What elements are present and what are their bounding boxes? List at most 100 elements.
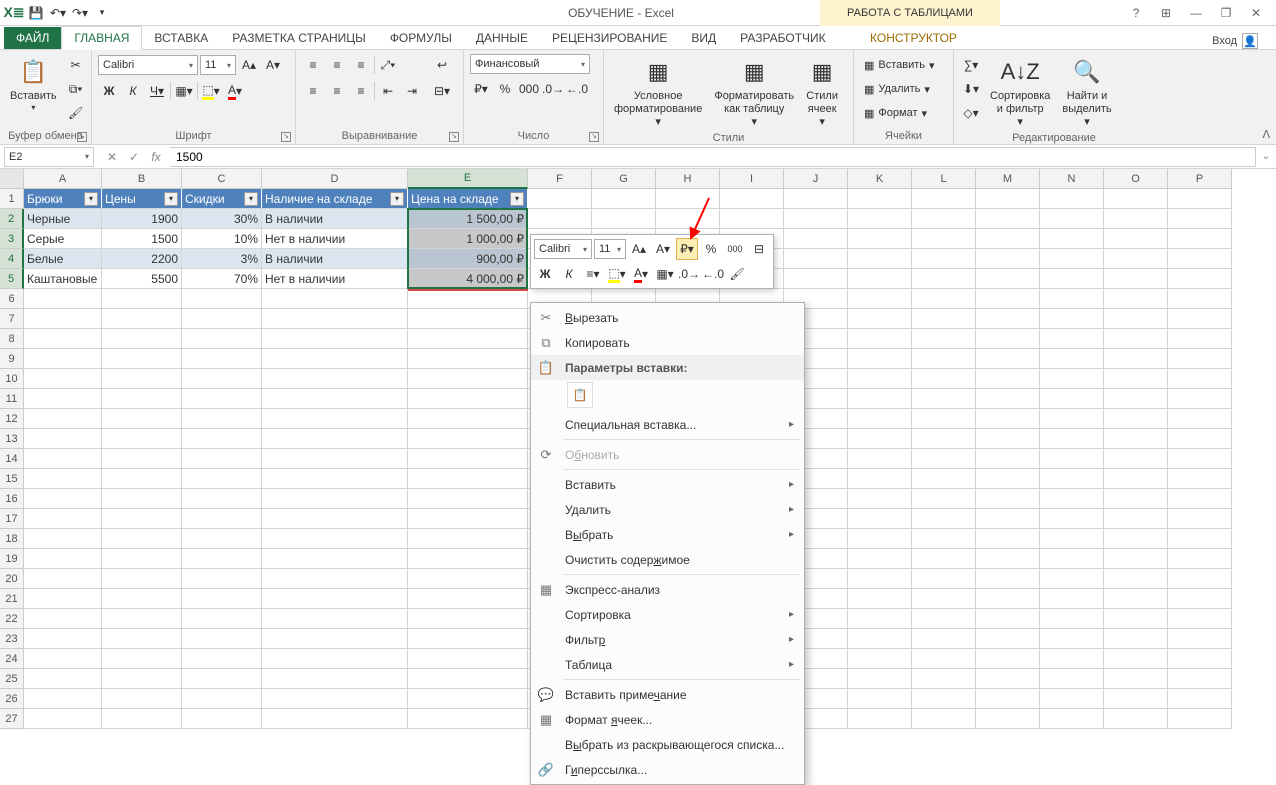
cell-O24[interactable]: [1104, 649, 1168, 669]
cell-D8[interactable]: [262, 329, 408, 349]
cell-K6[interactable]: [848, 289, 912, 309]
cell-L22[interactable]: [912, 609, 976, 629]
cell-K11[interactable]: [848, 389, 912, 409]
cell-P5[interactable]: [1168, 269, 1232, 289]
font-color-icon[interactable]: A▾: [224, 80, 246, 102]
cell-P20[interactable]: [1168, 569, 1232, 589]
cell-M11[interactable]: [976, 389, 1040, 409]
cell-P15[interactable]: [1168, 469, 1232, 489]
cell-E3[interactable]: 1 000,00 ₽: [408, 229, 528, 249]
cell-P14[interactable]: [1168, 449, 1232, 469]
cell-C24[interactable]: [182, 649, 262, 669]
cell-A7[interactable]: [24, 309, 102, 329]
cell-L26[interactable]: [912, 689, 976, 709]
col-header-E[interactable]: E: [408, 169, 528, 189]
cell-A27[interactable]: [24, 709, 102, 729]
cell-A16[interactable]: [24, 489, 102, 509]
cell-D22[interactable]: [262, 609, 408, 629]
cell-L8[interactable]: [912, 329, 976, 349]
accounting-format-icon[interactable]: ₽▾: [470, 78, 492, 100]
cell-P10[interactable]: [1168, 369, 1232, 389]
cell-L9[interactable]: [912, 349, 976, 369]
row-header-18[interactable]: 18: [0, 529, 24, 549]
cell-O27[interactable]: [1104, 709, 1168, 729]
align-bottom-icon[interactable]: ≡: [350, 54, 372, 76]
cell-M5[interactable]: [976, 269, 1040, 289]
cell-P6[interactable]: [1168, 289, 1232, 309]
cell-B26[interactable]: [102, 689, 182, 709]
redo-icon[interactable]: ↷▾: [70, 3, 90, 23]
col-header-C[interactable]: C: [182, 169, 262, 189]
row-header-3[interactable]: 3: [0, 229, 24, 249]
cell-A12[interactable]: [24, 409, 102, 429]
cell-C20[interactable]: [182, 569, 262, 589]
font-launcher[interactable]: ↘: [281, 132, 291, 142]
cancel-formula-icon[interactable]: ✕: [102, 148, 122, 166]
cell-B14[interactable]: [102, 449, 182, 469]
cell-A2[interactable]: Черные: [24, 209, 102, 229]
cell-M7[interactable]: [976, 309, 1040, 329]
fill-color-icon[interactable]: ⬚▾: [200, 80, 222, 102]
cell-K2[interactable]: [848, 209, 912, 229]
cell-K8[interactable]: [848, 329, 912, 349]
qat-customize-icon[interactable]: ▾: [92, 3, 112, 23]
ctx-table[interactable]: Таблица▸: [531, 652, 804, 677]
mini-percent-icon[interactable]: %: [700, 238, 722, 260]
cell-D1[interactable]: Наличие на складе▾: [262, 189, 408, 209]
cell-O2[interactable]: [1104, 209, 1168, 229]
cell-J2[interactable]: [784, 209, 848, 229]
cell-N19[interactable]: [1040, 549, 1104, 569]
conditional-formatting-button[interactable]: ▦Условное форматирование▾: [610, 54, 706, 132]
cell-B13[interactable]: [102, 429, 182, 449]
copy-icon[interactable]: ⧉▾: [65, 78, 87, 100]
cell-E21[interactable]: [408, 589, 528, 609]
mini-font-combo[interactable]: Calibri▾: [534, 239, 592, 259]
cell-M4[interactable]: [976, 249, 1040, 269]
orientation-icon[interactable]: ⤢▾: [377, 54, 399, 76]
filter-button-col-E[interactable]: ▾: [510, 192, 524, 206]
col-header-L[interactable]: L: [912, 169, 976, 189]
row-header-17[interactable]: 17: [0, 509, 24, 529]
cell-D24[interactable]: [262, 649, 408, 669]
ctx-quick-analysis[interactable]: ▦Экспресс-анализ: [531, 577, 804, 602]
col-header-G[interactable]: G: [592, 169, 656, 189]
delete-cells-button[interactable]: ▦ Удалить ▾: [860, 78, 934, 100]
cell-L4[interactable]: [912, 249, 976, 269]
cell-H1[interactable]: [656, 189, 720, 209]
cell-N12[interactable]: [1040, 409, 1104, 429]
format-cells-button[interactable]: ▦ Формат ▾: [860, 102, 931, 124]
cell-P24[interactable]: [1168, 649, 1232, 669]
cell-E19[interactable]: [408, 549, 528, 569]
cell-D19[interactable]: [262, 549, 408, 569]
row-header-27[interactable]: 27: [0, 709, 24, 729]
col-header-A[interactable]: A: [24, 169, 102, 189]
bold-button[interactable]: Ж: [98, 80, 120, 102]
cell-K21[interactable]: [848, 589, 912, 609]
paste-button[interactable]: 📋 Вставить ▾: [6, 54, 61, 115]
cell-O11[interactable]: [1104, 389, 1168, 409]
row-header-4[interactable]: 4: [0, 249, 24, 269]
cell-C9[interactable]: [182, 349, 262, 369]
cell-B20[interactable]: [102, 569, 182, 589]
cell-P21[interactable]: [1168, 589, 1232, 609]
cell-L24[interactable]: [912, 649, 976, 669]
cell-A5[interactable]: Каштановые: [24, 269, 102, 289]
cell-J1[interactable]: [784, 189, 848, 209]
cell-M27[interactable]: [976, 709, 1040, 729]
cell-D4[interactable]: В наличии: [262, 249, 408, 269]
cell-K9[interactable]: [848, 349, 912, 369]
cell-M2[interactable]: [976, 209, 1040, 229]
cell-N21[interactable]: [1040, 589, 1104, 609]
cell-L15[interactable]: [912, 469, 976, 489]
cell-B16[interactable]: [102, 489, 182, 509]
cell-A26[interactable]: [24, 689, 102, 709]
cell-D7[interactable]: [262, 309, 408, 329]
cell-C6[interactable]: [182, 289, 262, 309]
ctx-paste-special[interactable]: Специальная вставка...▸: [531, 412, 804, 437]
cell-M10[interactable]: [976, 369, 1040, 389]
cell-P2[interactable]: [1168, 209, 1232, 229]
cell-M15[interactable]: [976, 469, 1040, 489]
cell-E14[interactable]: [408, 449, 528, 469]
cell-L16[interactable]: [912, 489, 976, 509]
cell-J3[interactable]: [784, 229, 848, 249]
